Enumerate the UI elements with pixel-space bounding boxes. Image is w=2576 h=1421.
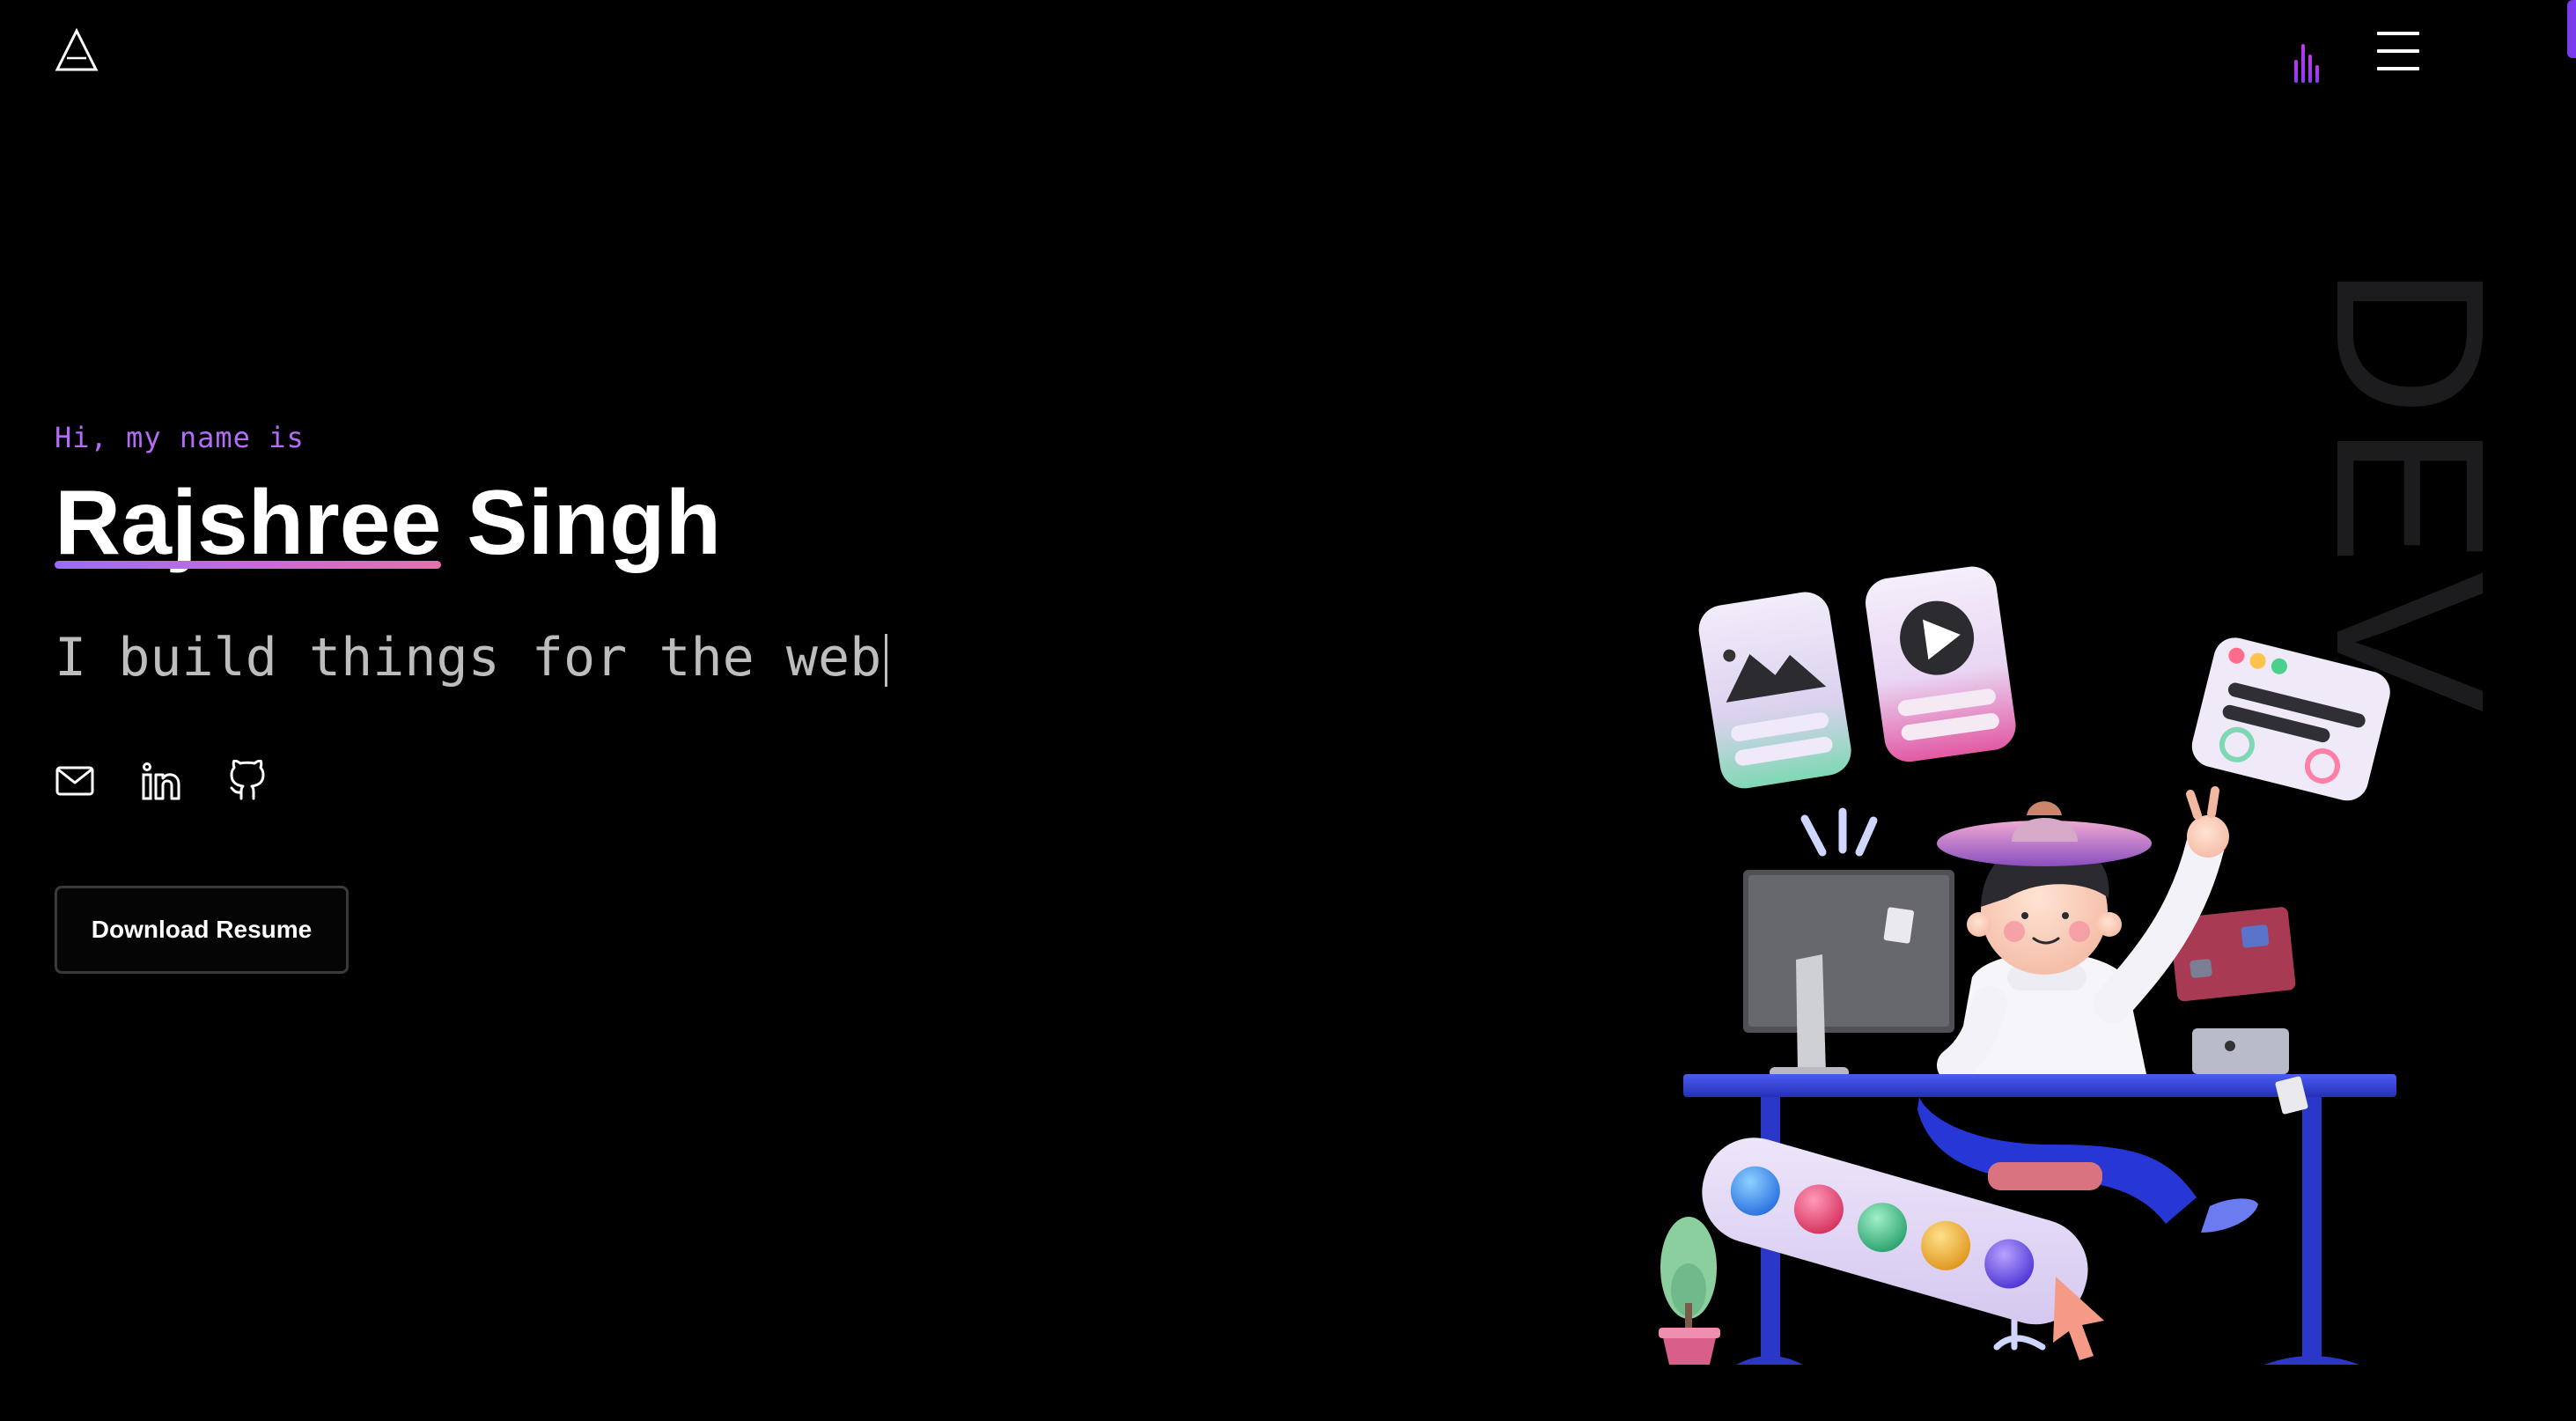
typing-cursor [885, 634, 888, 688]
social-links [55, 759, 268, 803]
hamburger-menu-icon[interactable] [2377, 32, 2430, 70]
github-icon [230, 760, 265, 800]
first-name: Rajshree [55, 468, 442, 578]
developer-illustration [1659, 566, 2396, 1365]
scroll-progress-indicator [2567, 0, 2576, 58]
linkedin-link[interactable] [141, 759, 181, 803]
last-name: Singh [467, 472, 722, 574]
sound-toggle-button[interactable] [2285, 32, 2328, 83]
menu-line [2377, 67, 2419, 70]
sound-bar [2308, 55, 2312, 83]
download-resume-button[interactable]: Download Resume [55, 886, 349, 974]
tagline: I build things for the web [55, 627, 888, 688]
linkedin-icon [142, 762, 180, 800]
page: DEV Hi, my name is Rajshree Singh I buil… [0, 0, 2576, 1421]
sound-bar [2301, 44, 2305, 83]
menu-line [2377, 32, 2419, 35]
triangle-logo-icon[interactable] [55, 28, 99, 72]
sound-bar [2294, 60, 2298, 83]
sound-bar [2315, 65, 2319, 83]
greeting-text: Hi, my name is [55, 421, 305, 454]
tagline-text: I build things for the web [55, 627, 882, 688]
mail-icon [55, 766, 94, 796]
menu-line [2377, 49, 2419, 53]
mail-link[interactable] [55, 759, 95, 803]
github-link[interactable] [227, 759, 268, 803]
hero-name: Rajshree Singh [55, 468, 721, 578]
